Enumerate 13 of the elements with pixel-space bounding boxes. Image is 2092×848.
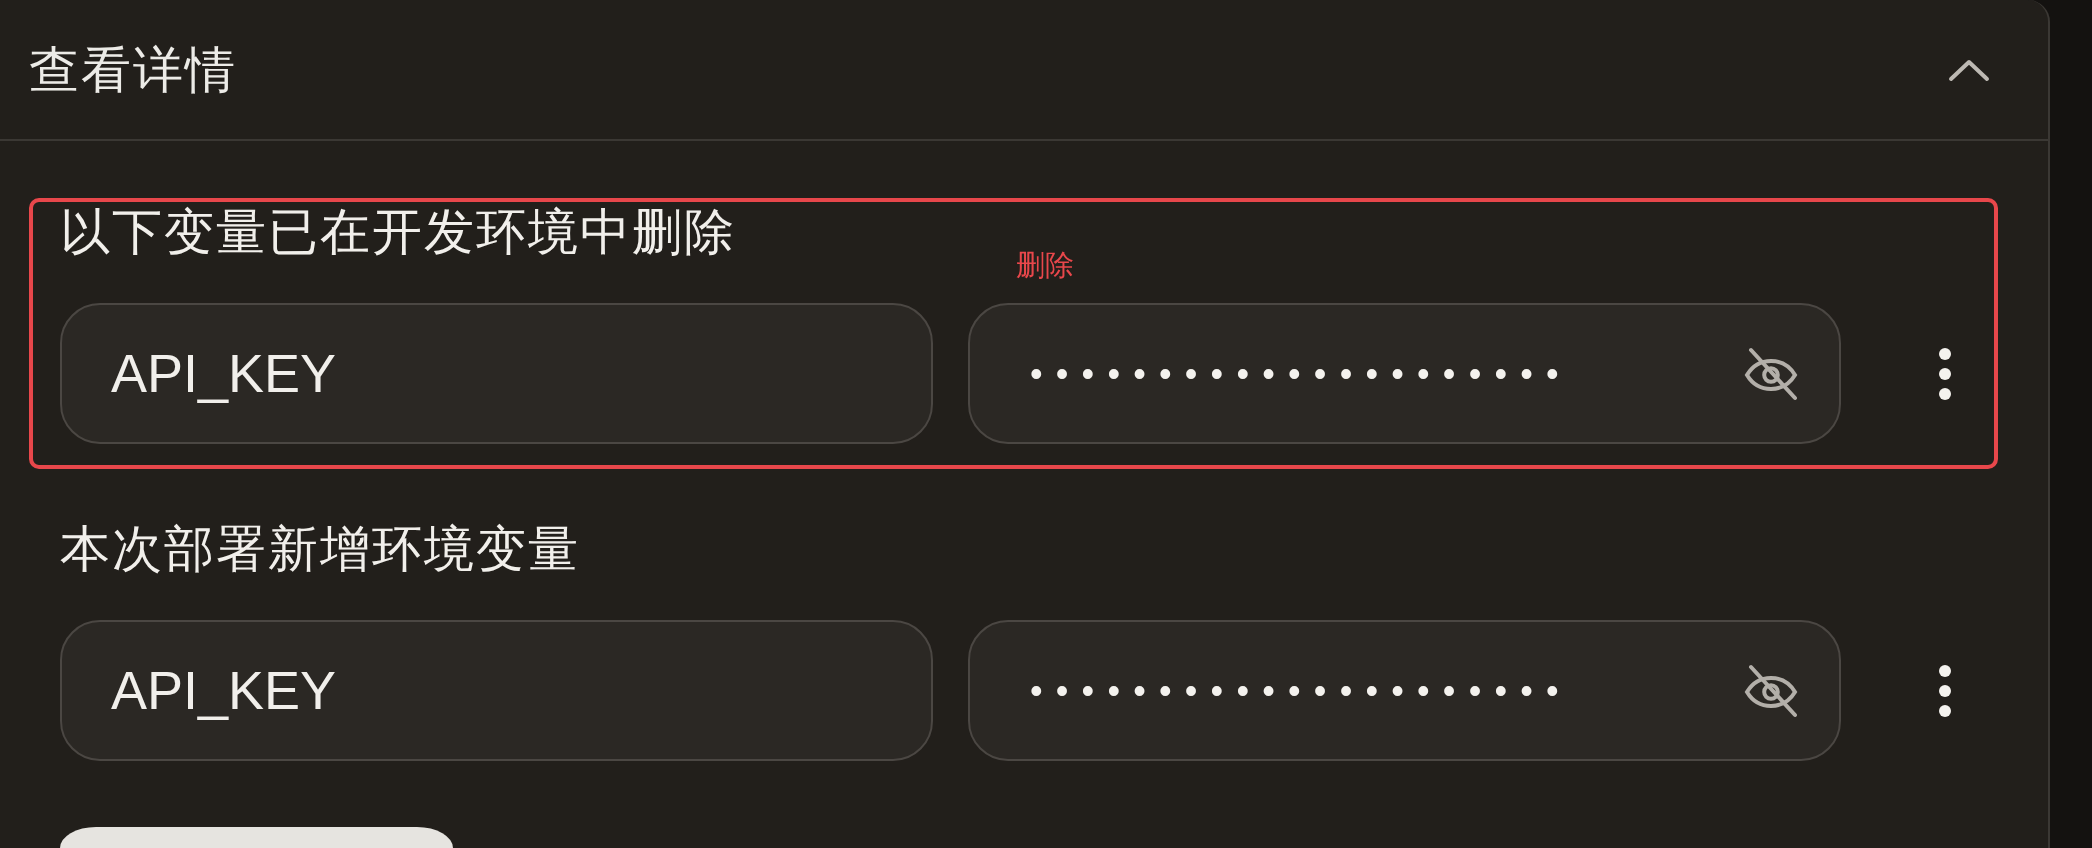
key-field[interactable]: API_KEY — [60, 303, 933, 444]
section-label: 本次部署新增环境变量 — [60, 520, 580, 579]
masked-value: ••••••••••••••••••••• — [1030, 355, 1572, 392]
value-field[interactable]: ••••••••••••••••••••• — [968, 620, 1841, 761]
masked-value: ••••••••••••••••••••• — [1030, 672, 1572, 709]
kebab-menu-icon[interactable] — [1938, 663, 1952, 718]
value-field[interactable]: ••••••••••••••••••••• — [968, 303, 1841, 444]
panel-title: 查看详情 — [29, 40, 237, 100]
chevron-up-icon[interactable] — [1948, 57, 1990, 82]
key-field[interactable]: API_KEY — [60, 620, 933, 761]
section-label: 以下变量已在开发环境中删除 — [60, 203, 736, 262]
kebab-menu-icon[interactable] — [1938, 346, 1952, 401]
annotation-label: 删除 — [1016, 248, 1074, 283]
